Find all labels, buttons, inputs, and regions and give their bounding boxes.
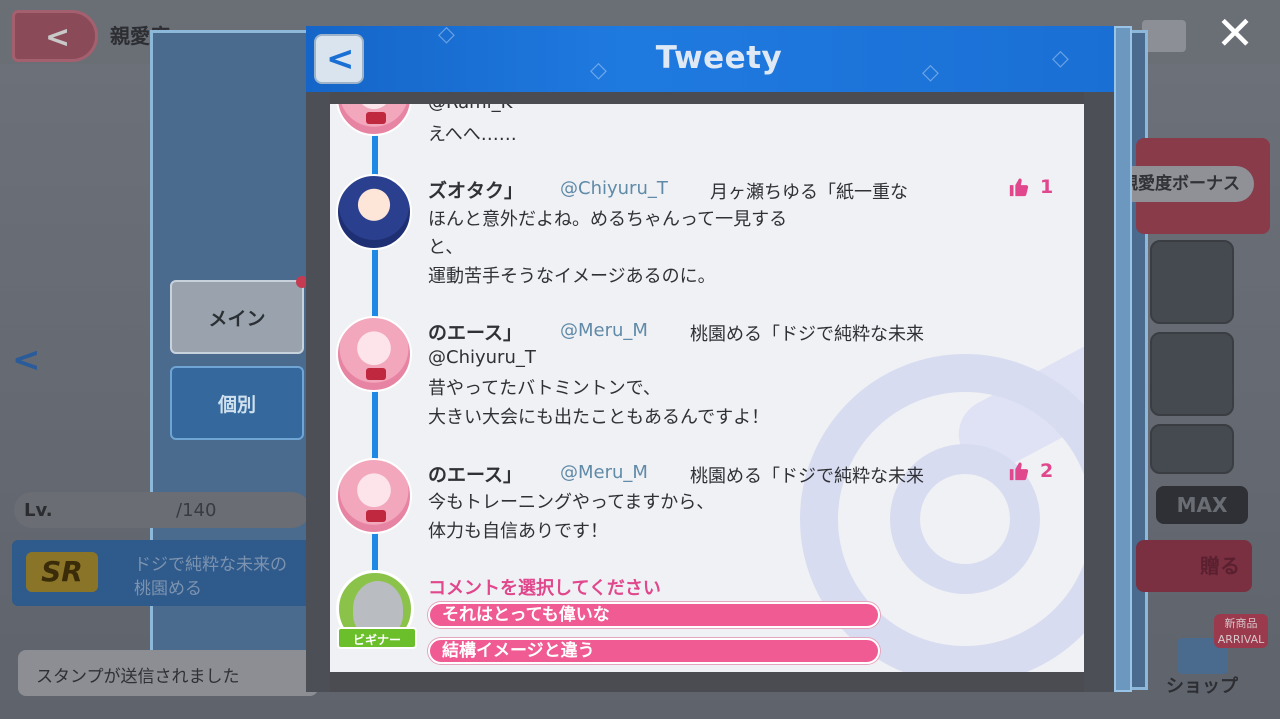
item-slot	[1150, 240, 1234, 324]
tweet-feed[interactable]: @Rami_K えへへ…… ズオタク」 @Chiyuru_T 月ヶ瀬ちゆる「紙一…	[330, 104, 1084, 672]
tweet-body-line: 今もトレーニングやってますから、	[428, 492, 715, 513]
thumbs-up-icon	[1009, 462, 1029, 481]
tab-main-label: メイン	[208, 307, 266, 330]
tab-individual-label: 個別	[217, 393, 256, 416]
tweet-character-name: 桃園める「ドジで純粋な未来	[690, 466, 924, 487]
max-button: MAX	[1156, 486, 1248, 524]
new-arrival-badge: 新商品 ARRIVAL	[1214, 614, 1268, 648]
tweet-author: のエース」	[428, 464, 523, 486]
reply-choice-button[interactable]: 結構イメージと違う	[428, 638, 880, 664]
background-back-button: <	[12, 10, 98, 62]
like-count: 2	[1040, 460, 1054, 482]
tweet-body-line: と、	[428, 237, 464, 258]
tweet-character-name: 月ヶ瀬ちゆる「紙一重な	[710, 182, 908, 203]
avatar	[336, 174, 412, 250]
tab-individual: 個別	[170, 366, 304, 440]
tweet-body-line: えへへ……	[428, 124, 517, 145]
tweet-body-line: @Chiyuru_T	[428, 347, 536, 368]
avatar	[336, 316, 412, 392]
modal-side	[1084, 92, 1114, 692]
avatar-bow	[366, 510, 386, 522]
item-slot	[1150, 332, 1234, 416]
tweet-handle: @Meru_M	[560, 320, 648, 341]
level-label: Lv.	[24, 500, 53, 521]
avatar-bow	[366, 112, 386, 124]
like-button[interactable]: 1	[1008, 176, 1053, 198]
diamond-decoration-icon: ◇	[922, 60, 939, 85]
mail-icon	[1142, 20, 1186, 52]
card-title-line1: ドジで純粋な未来の	[134, 555, 287, 575]
avatar	[336, 104, 412, 136]
tweet-body-line: ほんと意外だよね。めるちゃんって一見する	[428, 209, 788, 230]
tweet-body-line: 大きい大会にも出たこともあるんですよ！	[428, 407, 770, 428]
diamond-decoration-icon: ◇	[590, 58, 607, 83]
item-slot	[1150, 424, 1234, 474]
like-count: 1	[1040, 176, 1054, 198]
level-bar	[14, 492, 310, 528]
modal-rail	[1114, 26, 1132, 692]
close-icon[interactable]: ✕	[1210, 8, 1260, 58]
tweet-character-name: 桃園める「ドジで純粋な未来	[690, 324, 924, 345]
modal-title: Tweety	[655, 40, 783, 76]
rarity-badge: SR	[26, 552, 98, 592]
thumbs-up-icon	[1009, 178, 1029, 197]
modal-back-button[interactable]: <	[314, 34, 364, 84]
diamond-decoration-icon: ◇	[1052, 46, 1069, 71]
avatar	[336, 458, 412, 534]
chevron-left-icon: <	[326, 39, 355, 79]
shop-label: ショップ	[1166, 676, 1238, 697]
new-arrival-line1: 新商品	[1224, 617, 1258, 630]
tweet-author: ズオタク」	[428, 180, 524, 202]
tweet-handle: @Chiyuru_T	[560, 178, 668, 199]
tweet-author: のエース」	[428, 322, 523, 344]
level-value: /140	[176, 500, 217, 521]
new-arrival-line2: ARRIVAL	[1217, 633, 1265, 646]
tweet-handle: @Rami_K	[428, 104, 512, 113]
player-avatar: ビギナー	[336, 570, 417, 649]
modal-side	[306, 92, 330, 692]
avatar-bow	[366, 368, 386, 380]
give-button: 贈る	[1136, 540, 1252, 592]
tweet-body-line: 体力も自信ありです！	[428, 521, 608, 542]
diamond-decoration-icon: ◇	[438, 22, 455, 47]
tweet-body-line: 運動苦手そうなイメージあるのに。	[428, 266, 716, 287]
chevron-left-icon: <	[45, 20, 71, 55]
card-title-line2: 桃園める	[134, 579, 202, 599]
beginner-badge: ビギナー	[337, 627, 417, 649]
reply-prompt: コメントを選択してください	[428, 578, 661, 599]
tab-main: メイン	[170, 276, 308, 354]
reply-choice-button[interactable]: それはとっても偉いな	[428, 602, 880, 628]
chevron-left-icon: <	[12, 340, 41, 380]
like-button[interactable]: 2	[1008, 460, 1053, 482]
tweet-body-line: 昔やってたバトミントンで、	[428, 378, 661, 399]
toast-text: スタンプが送信されました	[36, 667, 240, 687]
tweet-handle: @Meru_M	[560, 462, 648, 483]
